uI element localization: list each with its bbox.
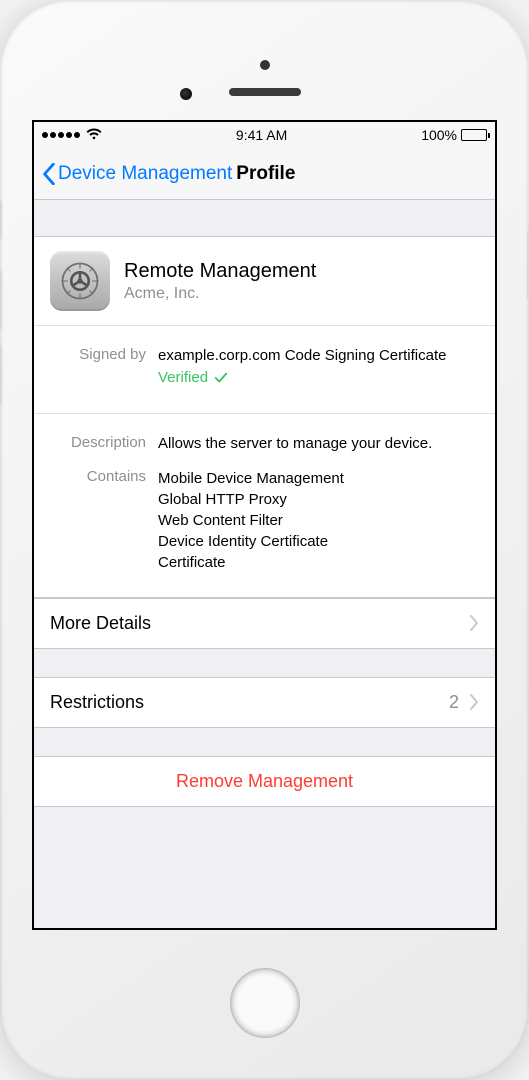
chevron-right-icon bbox=[469, 694, 479, 710]
device-mute-switch bbox=[0, 200, 2, 240]
back-label: Device Management bbox=[58, 163, 232, 185]
device-volume-up bbox=[0, 270, 2, 330]
spacer bbox=[34, 200, 495, 236]
contains-list: Mobile Device ManagementGlobal HTTP Prox… bbox=[158, 468, 463, 573]
more-details-row[interactable]: More Details bbox=[34, 599, 495, 648]
status-right: 100% bbox=[421, 127, 487, 143]
nav-title: Profile bbox=[236, 163, 295, 185]
more-details-label: More Details bbox=[50, 613, 469, 634]
device-camera bbox=[260, 60, 270, 70]
spacer bbox=[34, 728, 495, 756]
contains-item: Global HTTP Proxy bbox=[158, 489, 463, 510]
contains-item: Device Identity Certificate bbox=[158, 531, 463, 552]
signed-by-block: Signed by example.corp.com Code Signing … bbox=[34, 326, 495, 414]
settings-gear-icon bbox=[50, 251, 110, 311]
description-label: Description bbox=[66, 434, 158, 454]
profile-header: Remote Management Acme, Inc. bbox=[34, 237, 495, 326]
device-proximity-sensor bbox=[180, 88, 192, 100]
restrictions-label: Restrictions bbox=[50, 692, 449, 713]
profile-section: Remote Management Acme, Inc. Signed by e… bbox=[34, 236, 495, 598]
status-time: 9:41 AM bbox=[236, 127, 287, 143]
back-button[interactable]: Device Management bbox=[42, 163, 232, 185]
restrictions-section: Restrictions 2 bbox=[34, 677, 495, 728]
profile-org: Acme, Inc. bbox=[124, 285, 316, 303]
restrictions-row[interactable]: Restrictions 2 bbox=[34, 678, 495, 727]
verified-badge: Verified bbox=[158, 368, 228, 388]
device-speaker bbox=[229, 88, 301, 96]
device-frame: 9:41 AM 100% Device Management Profile bbox=[0, 0, 529, 1080]
battery-icon bbox=[461, 129, 487, 141]
profile-title: Remote Management bbox=[124, 260, 316, 283]
contains-item: Certificate bbox=[158, 552, 463, 573]
description-value: Allows the server to manage your device. bbox=[158, 434, 463, 454]
signal-dots-icon bbox=[42, 132, 80, 138]
status-left bbox=[42, 127, 102, 143]
chevron-right-icon bbox=[469, 615, 479, 631]
home-button[interactable] bbox=[230, 968, 300, 1038]
contains-item: Web Content Filter bbox=[158, 510, 463, 531]
nav-bar: Device Management Profile bbox=[34, 148, 495, 200]
contains-label: Contains bbox=[66, 468, 158, 573]
signed-by-label: Signed by bbox=[66, 346, 158, 389]
contains-item: Mobile Device Management bbox=[158, 468, 463, 489]
spacer bbox=[34, 807, 495, 843]
chevron-left-icon bbox=[42, 163, 56, 185]
screen: 9:41 AM 100% Device Management Profile bbox=[32, 120, 497, 930]
remove-management-button[interactable]: Remove Management bbox=[34, 757, 495, 806]
verified-label: Verified bbox=[158, 368, 208, 388]
wifi-icon bbox=[86, 127, 102, 143]
signed-by-value: example.corp.com Code Signing Certificat… bbox=[158, 346, 463, 389]
more-details-section: More Details bbox=[34, 598, 495, 649]
restrictions-count: 2 bbox=[449, 692, 459, 713]
remove-section: Remove Management bbox=[34, 756, 495, 807]
battery-percentage: 100% bbox=[421, 127, 457, 143]
signed-by-text: example.corp.com Code Signing Certificat… bbox=[158, 346, 463, 366]
description-contains-block: Description Allows the server to manage … bbox=[34, 414, 495, 597]
device-volume-down bbox=[0, 345, 2, 405]
profile-text: Remote Management Acme, Inc. bbox=[124, 260, 316, 303]
spacer bbox=[34, 649, 495, 677]
status-bar: 9:41 AM 100% bbox=[34, 122, 495, 148]
content-scroll[interactable]: Remote Management Acme, Inc. Signed by e… bbox=[34, 200, 495, 928]
checkmark-icon bbox=[214, 371, 228, 385]
